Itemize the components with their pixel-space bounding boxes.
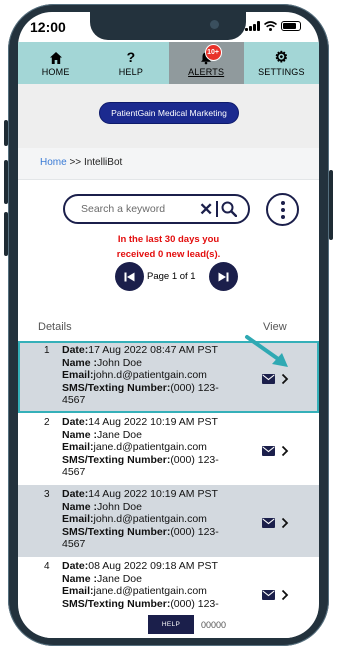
row-date: 08 Aug 2022 09:18 AM PST: [88, 560, 218, 572]
row-email: jane.d@patientgain.com: [93, 441, 207, 453]
header-details: Details: [38, 321, 72, 333]
search-icon[interactable]: [221, 201, 237, 217]
nav-home[interactable]: HOME: [18, 42, 93, 84]
camera-icon: [210, 20, 219, 29]
row-email: john.d@patientgain.com: [93, 369, 207, 381]
home-icon: [49, 51, 62, 64]
signal-icon: [245, 21, 260, 31]
breadcrumb-separator: >>: [69, 157, 82, 168]
row-name: Jane Doe: [97, 572, 142, 585]
screen: 12:00 HOME ? HELP 10+ ALERTS ⚙ SETTINGS …: [18, 12, 319, 638]
search-input[interactable]: [81, 203, 199, 215]
row-number: 3: [44, 489, 50, 500]
row-email: john.d@patientgain.com: [93, 513, 207, 525]
row-details: Date:14 Aug 2022 10:19 AM PST Name :Jane…: [62, 416, 248, 479]
breadcrumb-current: IntelliBot: [83, 157, 123, 168]
row-sms: (000) 123-: [170, 381, 219, 394]
envelope-icon[interactable]: [262, 446, 275, 456]
status-time: 12:00: [30, 19, 66, 35]
breadcrumb: Home >> IntelliBot: [40, 157, 122, 168]
lead-notice-line2: received 0 new lead(s).: [116, 249, 221, 260]
row-sms: (000) 123-: [170, 453, 219, 466]
row-date: 14 Aug 2022 10:19 AM PST: [88, 416, 218, 428]
row-details: Date:17 Aug 2022 08:47 AM PST Name :John…: [62, 344, 248, 407]
page-indicator: Page 1 of 1: [147, 271, 196, 282]
more-options-button[interactable]: [266, 193, 299, 226]
envelope-icon[interactable]: [262, 590, 275, 600]
volume-up-button: [4, 160, 8, 204]
nav-help[interactable]: ? HELP: [93, 42, 168, 84]
row-number: 4: [44, 561, 50, 572]
row-name: John Doe: [97, 356, 142, 369]
more-dot: [280, 214, 285, 219]
envelope-icon[interactable]: [262, 374, 275, 384]
nav-help-label: HELP: [118, 66, 144, 77]
chevron-right-icon[interactable]: [281, 445, 289, 457]
last-page-button[interactable]: [209, 262, 238, 291]
gear-icon: ⚙: [274, 49, 289, 66]
battery-icon: [281, 21, 301, 31]
search-box: ✕: [63, 194, 250, 224]
first-page-button[interactable]: [115, 262, 144, 291]
nav-settings[interactable]: ⚙ SETTINGS: [244, 42, 319, 84]
wifi-icon: [264, 21, 277, 31]
header-view: View: [263, 321, 287, 333]
footer-help-button[interactable]: HELP: [148, 615, 194, 634]
top-nav: HOME ? HELP 10+ ALERTS ⚙ SETTINGS: [18, 42, 319, 84]
row-name: John Doe: [97, 500, 142, 513]
notch: [90, 12, 246, 40]
chevron-right-icon[interactable]: [281, 517, 289, 529]
row-number: 2: [44, 417, 50, 428]
row-name: Jane Doe: [97, 428, 142, 441]
pagination: Page 1 of 1: [18, 262, 319, 292]
volume-down-button: [4, 212, 8, 256]
skip-back-icon: [124, 272, 135, 281]
clear-search-icon[interactable]: ✕: [199, 201, 213, 218]
lead-list: 1 Date:17 Aug 2022 08:47 AM PST Name :Jo…: [18, 341, 319, 629]
nav-alerts[interactable]: 10+ ALERTS: [168, 42, 244, 84]
skip-forward-icon: [218, 272, 229, 281]
lead-notice: In the last 30 days you received 0 new l…: [18, 232, 319, 262]
row-sms-cont: 4567: [62, 538, 86, 550]
power-button: [329, 170, 333, 240]
nav-home-label: HOME: [41, 66, 70, 77]
row-sms-cont: 4567: [62, 466, 86, 478]
nav-alerts-label: ALERTS: [188, 66, 225, 77]
nav-settings-label: SETTINGS: [258, 66, 305, 77]
row-email: jane.d@patientgain.com: [93, 585, 207, 597]
brand-button[interactable]: PatientGain Medical Marketing: [99, 102, 239, 124]
row-sms: (000) 123-: [170, 525, 219, 538]
lead-row[interactable]: 2 Date:14 Aug 2022 10:19 AM PST Name :Ja…: [18, 413, 319, 485]
row-sms: (000) 123-: [170, 597, 219, 610]
lead-notice-line1: In the last 30 days you: [117, 234, 220, 245]
row-details: Date:14 Aug 2022 10:19 AM PST Name :John…: [62, 488, 248, 551]
status-icons: [245, 21, 301, 31]
search-divider: [216, 201, 218, 217]
row-date: 14 Aug 2022 10:19 AM PST: [88, 488, 218, 500]
row-number: 1: [44, 345, 50, 356]
pointer-arrow-icon: [245, 335, 288, 367]
row-date: 17 Aug 2022 08:47 AM PST: [88, 344, 218, 356]
breadcrumb-home-link[interactable]: Home: [40, 157, 67, 168]
mute-switch: [4, 120, 8, 146]
chevron-right-icon[interactable]: [281, 589, 289, 601]
chevron-right-icon[interactable]: [281, 373, 289, 385]
footer-code: 00000: [201, 620, 227, 630]
more-dot: [280, 200, 285, 205]
alerts-count-badge: 10+: [204, 44, 222, 61]
row-sms-cont: 4567: [62, 394, 86, 406]
more-dot: [280, 207, 285, 212]
envelope-icon[interactable]: [262, 518, 275, 528]
lead-row[interactable]: 3 Date:14 Aug 2022 10:19 AM PST Name :Jo…: [18, 485, 319, 557]
question-icon: ?: [126, 49, 136, 65]
